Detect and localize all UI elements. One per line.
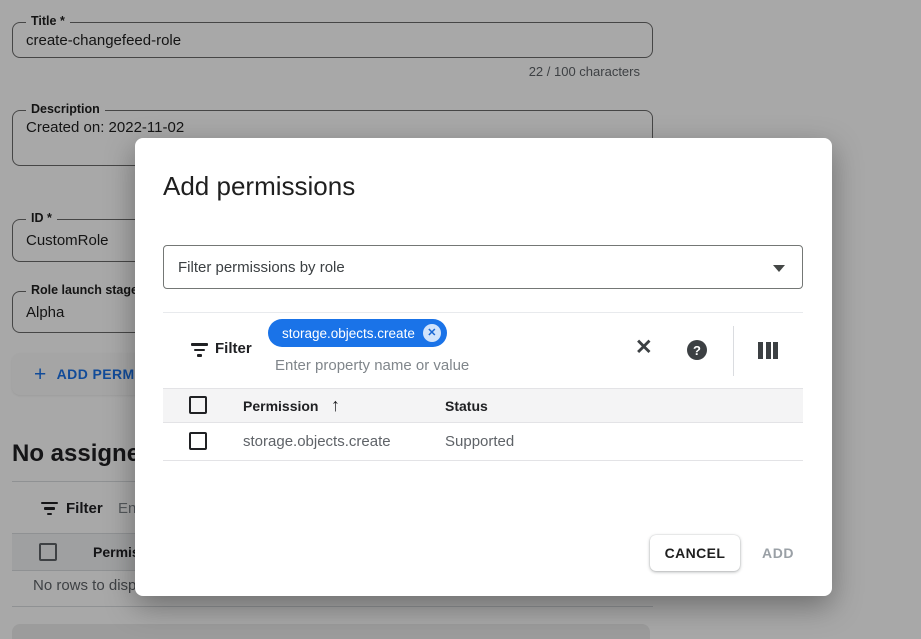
screen: Title * create-changefeed-role 22 / 100 … — [0, 0, 921, 639]
sort-ascending-icon[interactable]: ↑ — [331, 395, 340, 416]
column-display-options-icon[interactable] — [758, 342, 778, 359]
help-icon[interactable]: ? — [687, 340, 707, 360]
filter-by-role-placeholder: Filter permissions by role — [178, 259, 345, 276]
add-permissions-dialog: Add permissions Filter permissions by ro… — [135, 138, 832, 596]
toolbar-divider — [733, 326, 734, 376]
toolbar-filter-label: Filter — [215, 340, 252, 357]
filter-icon — [190, 343, 208, 357]
chevron-down-icon — [773, 265, 785, 272]
dialog-title: Add permissions — [163, 171, 355, 202]
add-button[interactable]: ADD — [762, 535, 794, 571]
cancel-button[interactable]: CANCEL — [650, 535, 740, 571]
table-row[interactable]: storage.objects.create Supported — [163, 424, 803, 461]
clear-filters-icon[interactable]: ✕ — [635, 337, 653, 358]
filter-text-input[interactable]: Enter property name or value — [275, 357, 469, 374]
column-permission[interactable]: Permission — [243, 398, 318, 414]
filter-by-role-select[interactable]: Filter permissions by role — [163, 245, 803, 289]
select-all-checkbox[interactable] — [189, 396, 207, 414]
filter-chip-label: storage.objects.create — [282, 326, 415, 341]
row-checkbox[interactable] — [189, 432, 207, 450]
cell-status: Supported — [445, 433, 514, 450]
chip-remove-icon[interactable]: ✕ — [423, 324, 441, 342]
column-status[interactable]: Status — [445, 398, 488, 414]
permissions-table-header: Permission ↑ Status — [163, 388, 803, 423]
permissions-filter-toolbar: Filter storage.objects.create ✕ Enter pr… — [163, 312, 803, 388]
cell-permission: storage.objects.create — [243, 433, 391, 450]
filter-chip-storage-objects-create[interactable]: storage.objects.create ✕ — [268, 319, 447, 347]
